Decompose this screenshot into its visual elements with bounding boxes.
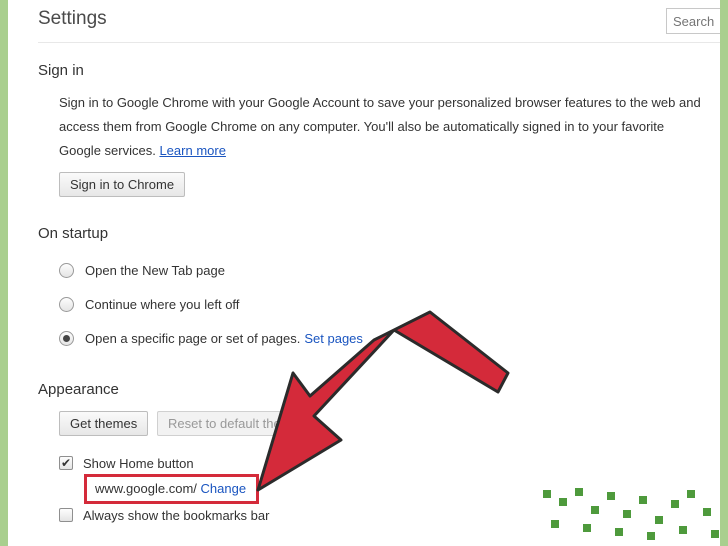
sign-in-description-line-1: Sign in to Google Chrome with your Googl… (59, 95, 701, 110)
sign-in-to-chrome-button[interactable]: Sign in to Chrome (59, 172, 186, 197)
reset-theme-button[interactable]: Reset to default theme (157, 411, 312, 436)
home-url-text: www.google.com/ (95, 481, 197, 496)
radio-specific-pages[interactable] (59, 330, 74, 346)
home-url-highlight: www.google.com/ Change (84, 474, 259, 504)
radio-continue[interactable] (59, 296, 74, 312)
show-home-button-option[interactable]: ✔ Show Home button (59, 453, 194, 473)
bookmarks-bar-option[interactable]: Always show the bookmarks bar (59, 505, 269, 525)
settings-panel: Settings Sign in Sign in to Google Chrom… (8, 0, 720, 546)
header-divider (38, 42, 720, 43)
decorative-mosaic (533, 480, 720, 546)
learn-more-link[interactable]: Learn more (159, 143, 225, 158)
search-input[interactable] (666, 8, 720, 34)
sign-in-description-line-3: Google services. (59, 143, 156, 158)
startup-option-label: Continue where you left off (85, 296, 240, 312)
radio-new-tab[interactable] (59, 262, 74, 278)
change-home-link[interactable]: Change (201, 481, 247, 496)
bookmarks-bar-checkbox[interactable] (59, 508, 73, 522)
startup-option-label: Open a specific page or set of pages. (85, 330, 301, 346)
set-pages-link[interactable]: Set pages (304, 331, 363, 346)
page-title: Settings (38, 8, 107, 29)
show-home-button-checkbox[interactable]: ✔ (59, 456, 73, 470)
sign-in-heading: Sign in (38, 62, 84, 79)
startup-option-continue[interactable]: Continue where you left off (59, 294, 239, 314)
bookmarks-bar-label: Always show the bookmarks bar (83, 507, 270, 523)
sign-in-description-line-2: access them from Google Chrome on any co… (59, 119, 665, 134)
show-home-button-label: Show Home button (83, 455, 194, 471)
appearance-heading: Appearance (38, 381, 119, 398)
startup-option-specific-pages[interactable]: Open a specific page or set of pages. Se… (59, 328, 363, 348)
startup-option-new-tab[interactable]: Open the New Tab page (59, 260, 225, 280)
startup-option-label: Open the New Tab page (85, 262, 225, 278)
on-startup-heading: On startup (38, 225, 109, 242)
sign-in-description: Sign in to Google Chrome with your Googl… (59, 91, 720, 163)
get-themes-button[interactable]: Get themes (59, 411, 149, 436)
